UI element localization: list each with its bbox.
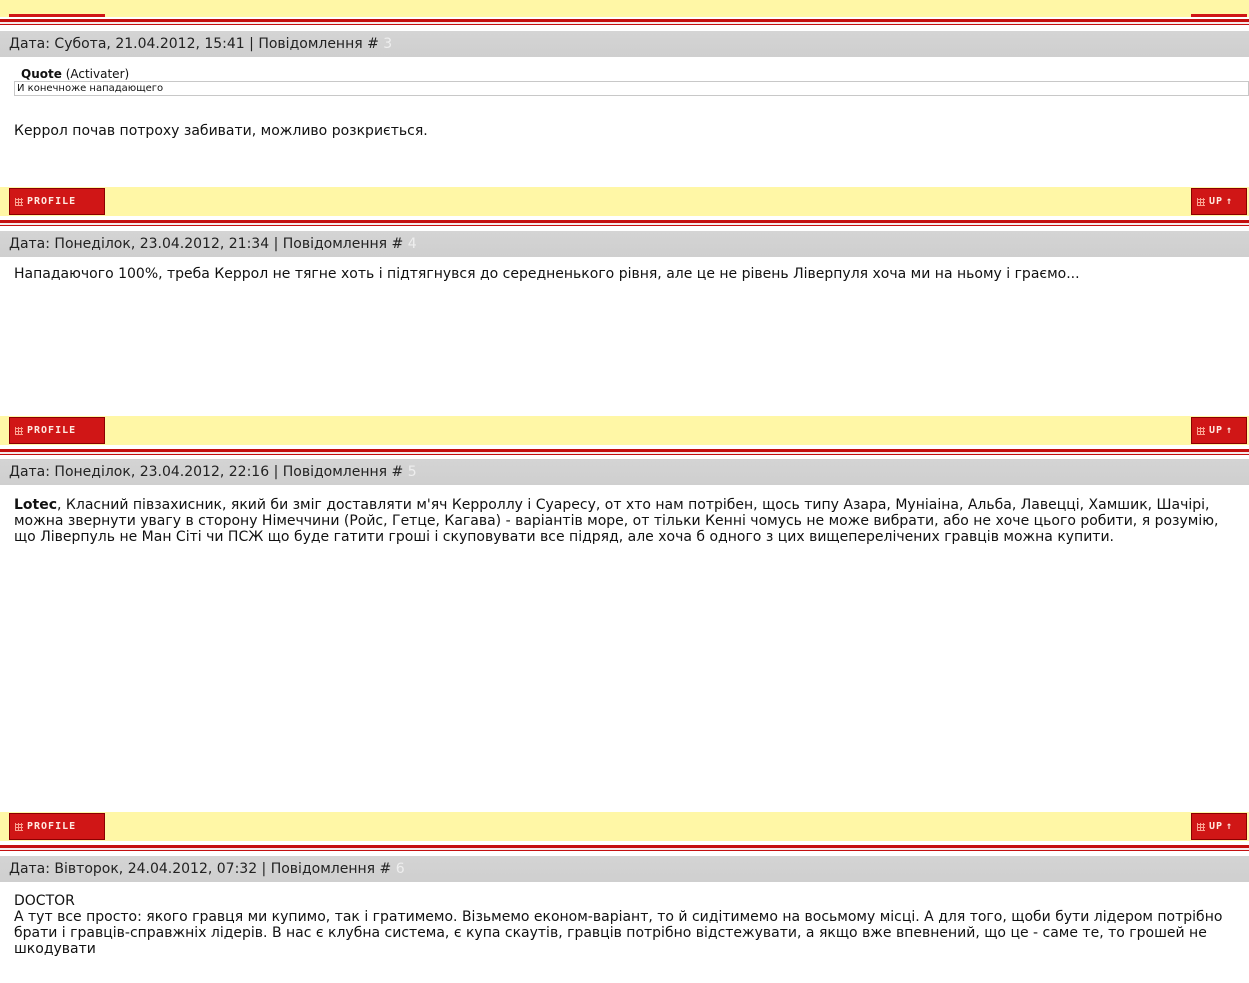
post-date: Дата: Понеділок, 23.04.2012, 21:34 | Пов… <box>9 236 408 252</box>
up-button[interactable] <box>1191 14 1247 17</box>
post-body: Нападаючого 100%, треба Керрол не тягне … <box>14 266 1244 282</box>
post-body: Lotec, Класний півзахисник, який би зміг… <box>14 497 1244 545</box>
arrow-up-icon: ↑ <box>1226 196 1234 207</box>
post-footer: PROFILE UP ↑ <box>0 187 1249 216</box>
separator <box>0 19 1249 25</box>
quote-text: И конечноже нападающего <box>14 81 1249 96</box>
quote-title: Quote (Activater) <box>14 67 1249 81</box>
profile-button[interactable]: PROFILE <box>9 417 105 444</box>
grid-icon <box>15 426 23 435</box>
post-footer: PROFILE UP ↑ <box>0 812 1249 841</box>
post-footer-top <box>0 0 1249 17</box>
post-date: Дата: Субота, 21.04.2012, 15:41 | Повідо… <box>9 36 384 52</box>
mention-username[interactable]: DOCTOR <box>14 893 1244 909</box>
post-text: А тут все просто: якого гравця ми купимо… <box>14 909 1223 957</box>
up-button[interactable]: UP ↑ <box>1191 188 1247 215</box>
up-button[interactable]: UP ↑ <box>1191 813 1247 840</box>
arrow-up-icon: ↑ <box>1226 821 1234 832</box>
post-header: Дата: Понеділок, 23.04.2012, 22:16 | Пов… <box>0 459 1249 485</box>
profile-button-label: PROFILE <box>27 196 77 207</box>
post-number[interactable]: 3 <box>383 36 392 52</box>
grid-icon <box>1197 426 1205 435</box>
post-date: Дата: Понеділок, 23.04.2012, 22:16 | Пов… <box>9 464 408 480</box>
profile-button[interactable]: PROFILE <box>9 813 105 840</box>
up-button[interactable]: UP ↑ <box>1191 417 1247 444</box>
up-button-label: UP <box>1209 821 1224 832</box>
post-date: Дата: Вівторок, 24.04.2012, 07:32 | Пові… <box>9 861 396 877</box>
post-text: , Класний півзахисник, який би зміг дост… <box>14 497 1219 545</box>
post-text: Нападаючого 100%, треба Керрол не тягне … <box>14 266 1080 282</box>
profile-button[interactable] <box>9 14 105 17</box>
up-button-label: UP <box>1209 425 1224 436</box>
grid-icon <box>1197 197 1205 206</box>
profile-button-label: PROFILE <box>27 425 77 436</box>
post-header: Дата: Вівторок, 24.04.2012, 07:32 | Пові… <box>0 856 1249 882</box>
grid-icon <box>15 822 23 831</box>
quote-label: Quote <box>21 67 62 81</box>
post-number[interactable]: 6 <box>396 861 405 877</box>
post-header: Дата: Понеділок, 23.04.2012, 21:34 | Пов… <box>0 231 1249 257</box>
up-button-label: UP <box>1209 196 1224 207</box>
post-body: Керрол почав потроху забивати, можливо р… <box>14 123 1244 139</box>
grid-icon <box>1197 822 1205 831</box>
separator <box>0 449 1249 455</box>
arrow-up-icon: ↑ <box>1226 425 1234 436</box>
profile-button[interactable]: PROFILE <box>9 188 105 215</box>
grid-icon <box>15 197 23 206</box>
mention-username[interactable]: Lotec <box>14 497 57 513</box>
quote-author: (Activater) <box>65 67 130 81</box>
post-text: Керрол почав потроху забивати, можливо р… <box>14 123 428 139</box>
separator <box>0 220 1249 226</box>
post-header: Дата: Субота, 21.04.2012, 15:41 | Повідо… <box>0 31 1249 57</box>
post-number[interactable]: 5 <box>408 464 417 480</box>
post-body: DOCTOR А тут все просто: якого гравця ми… <box>14 893 1244 957</box>
profile-button-label: PROFILE <box>27 821 77 832</box>
forum-thread: Дата: Субота, 21.04.2012, 15:41 | Повідо… <box>0 0 1249 983</box>
separator <box>0 845 1249 851</box>
quote-block: Quote (Activater) И конечноже нападающег… <box>14 67 1249 96</box>
post-footer: PROFILE UP ↑ <box>0 416 1249 445</box>
post-number[interactable]: 4 <box>408 236 417 252</box>
